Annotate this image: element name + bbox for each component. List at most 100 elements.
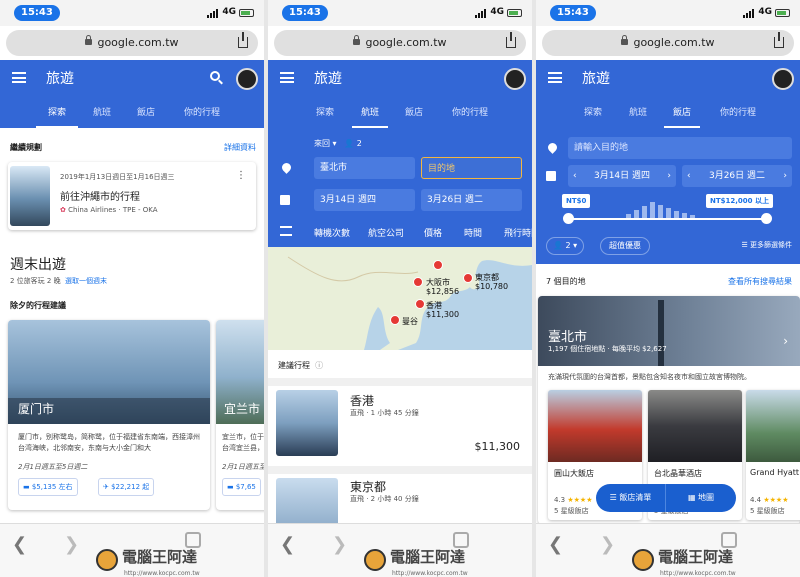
tab-trips[interactable]: 你的行程 (708, 104, 768, 128)
result-city: 東京都 (350, 480, 387, 494)
avatar[interactable] (504, 68, 526, 90)
filter-icon[interactable] (280, 226, 292, 236)
tab-trips[interactable]: 你的行程 (172, 104, 232, 128)
tab-flights[interactable]: 航班 (84, 104, 120, 128)
watermark: 電腦王阿達 http://www.kocpc.com.tw (268, 547, 532, 577)
network-label: 4G (490, 7, 504, 17)
search-icon[interactable] (210, 71, 220, 81)
info-icon[interactable]: ⓘ (315, 361, 323, 370)
checkout-field[interactable]: ‹ 3月26日 週二 › (682, 165, 792, 187)
flight-map[interactable]: 大阪市 $12,856 東京都 $10,780 香港 $11,300 曼谷 (268, 247, 532, 350)
xiamen-date: 2月1日週五至5日週二 (18, 463, 88, 471)
signal-icon (475, 9, 486, 18)
price-slider-max-handle[interactable] (761, 213, 772, 224)
map-label-osaka: 大阪市 $12,856 (426, 278, 460, 296)
destination-card-yilan[interactable]: 宜兰市 宜兰市，位于台湾宜兰县，面积 46.6 公里 2月1日週五至5日 ▬ $… (216, 320, 264, 510)
menu-icon[interactable] (548, 72, 562, 83)
details-link[interactable]: 詳細資料 (224, 142, 256, 153)
yilan-hotel-chip[interactable]: ▬ $7,65 (222, 478, 261, 496)
trip-card[interactable]: 2019年1月13日週日至1月16日週三 前往沖繩市的行程 ✿ China Ai… (8, 162, 256, 230)
map-pin-bangkok[interactable] (390, 315, 400, 325)
suggest-heading-row: 建議行程 ⓘ (278, 360, 323, 371)
destination-field[interactable]: 目的地 (421, 157, 522, 179)
price-slider-min-handle[interactable] (563, 213, 574, 224)
map-pin-tokyo[interactable] (463, 273, 473, 283)
avatar[interactable] (236, 68, 258, 90)
tab-explore[interactable]: 探索 (304, 104, 346, 128)
watermark-site: http://www.kocpc.com.tw (660, 570, 736, 577)
avatar[interactable] (772, 68, 794, 90)
weekend-heading: 週末出遊 (10, 257, 66, 273)
xiamen-flight-chip[interactable]: ✈ $22,212 起 (98, 478, 155, 496)
url-bar[interactable]: google.com.tw (274, 30, 526, 56)
trip-type[interactable]: 來回 (314, 139, 330, 148)
more-options-icon[interactable]: ⋮ (236, 170, 246, 181)
return-date-field[interactable]: 3月26日 週二 (421, 189, 522, 211)
list-icon: ☰ (609, 493, 620, 502)
checkin-field[interactable]: ‹ 3月14日 週四 › (568, 165, 676, 187)
airline-logo-icon: ✿ (60, 206, 69, 214)
tab-flights[interactable]: 航班 (352, 104, 388, 128)
trip-options-row[interactable]: 來回 ▾ 👤 2 (314, 138, 362, 149)
filter-icon: ☰ (741, 241, 750, 249)
tab-explore[interactable]: 探索 (36, 104, 78, 128)
prev-day-icon[interactable]: ‹ (573, 165, 577, 187)
map-button[interactable]: ▦ 地圖 (666, 484, 736, 512)
filter-duration[interactable]: 飛行時間 (504, 226, 532, 239)
tab-hotels[interactable]: 飯店 (396, 104, 432, 128)
menu-icon[interactable] (280, 72, 294, 83)
filter-airline[interactable]: 航空公司 (368, 226, 404, 239)
tab-trips[interactable]: 你的行程 (440, 104, 500, 128)
share-icon[interactable] (506, 32, 516, 48)
filter-time[interactable]: 時間 (464, 226, 482, 239)
url-bar[interactable]: google.com.tw (6, 30, 258, 56)
guests-button[interactable]: 👤 2 ▾ (546, 237, 585, 255)
choose-weekend-link[interactable]: 選取一個週末 (65, 277, 107, 285)
app-bar: 旅遊 探索 航班 飯店 你的行程 (268, 60, 532, 247)
result-row[interactable]: 東京都 直飛 · 2 小時 40 分鐘 (268, 474, 532, 526)
suggest-heading: 建議行程 (278, 361, 310, 370)
next-day-icon[interactable]: › (667, 165, 671, 187)
deals-button[interactable]: 超值優惠 (600, 237, 650, 255)
location-icon (282, 163, 291, 174)
prev-day-icon[interactable]: ‹ (687, 165, 691, 187)
result-row[interactable]: 香港 直飛 · 1 小時 45 分鐘 $11,300 (268, 386, 532, 466)
url-bar[interactable]: google.com.tw (542, 30, 794, 56)
next-day-icon[interactable]: › (783, 165, 787, 187)
tab-flights[interactable]: 航班 (620, 104, 656, 128)
city-desc: 充滿現代氛圍的台灣首都，景點包含知名夜市和國立故宮博物院。 (548, 373, 751, 381)
battery-icon (507, 9, 522, 17)
depart-date-field[interactable]: 3月14日 週四 (314, 189, 415, 211)
robot-logo-icon (632, 549, 654, 571)
watermark-brand: 電腦王阿達 (390, 548, 466, 566)
hotel-list-button[interactable]: ☰ 飯店清單 (596, 484, 666, 512)
trip-date: 2019年1月13日週日至1月16日週三 (60, 173, 175, 181)
origin-field[interactable]: 臺北市 (314, 157, 415, 179)
watermark-brand: 電腦王阿達 (122, 548, 198, 566)
hotel-photo (548, 390, 642, 462)
price-slider-track[interactable] (568, 218, 766, 220)
share-icon[interactable] (238, 32, 248, 48)
filter-price[interactable]: 價格 (424, 226, 442, 239)
map-icon: ▦ (687, 493, 699, 502)
more-filters-button[interactable]: ☰ 更多篩選條件 (741, 240, 792, 250)
menu-icon[interactable] (12, 72, 26, 83)
network-label: 4G (758, 7, 772, 17)
xiamen-hotel-chip[interactable]: ▬ $5,135 左右 (18, 478, 78, 496)
passenger-count[interactable]: 2 (357, 139, 362, 148)
destination-card-xiamen[interactable]: 厦门市 厦门市，别称鹭岛，简称鹭，位于福建省东南端，西接漳州台湾海峡，北邻南安，… (8, 320, 210, 510)
tab-explore[interactable]: 探索 (572, 104, 614, 128)
tab-hotels[interactable]: 飯店 (664, 104, 700, 128)
map-pin-osaka[interactable] (413, 277, 423, 287)
map-pin-hongkong[interactable] (415, 299, 425, 309)
hotel-card-grand-hyatt[interactable]: Grand Hyatt 4.4 ★★★★ 5 星級飯店 (746, 390, 800, 520)
view-all-link[interactable]: 查看所有搜尋結果 (728, 276, 792, 287)
destination-input[interactable]: 請輸入目的地 (568, 137, 792, 159)
map-pin-taipei[interactable] (433, 260, 443, 270)
chevron-right-icon[interactable]: › (783, 334, 788, 348)
calendar-icon[interactable] (546, 171, 556, 181)
share-icon[interactable] (774, 32, 784, 48)
calendar-icon[interactable] (280, 195, 290, 205)
filter-stops[interactable]: 轉機次數 (314, 226, 350, 239)
tab-hotels[interactable]: 飯店 (128, 104, 164, 128)
